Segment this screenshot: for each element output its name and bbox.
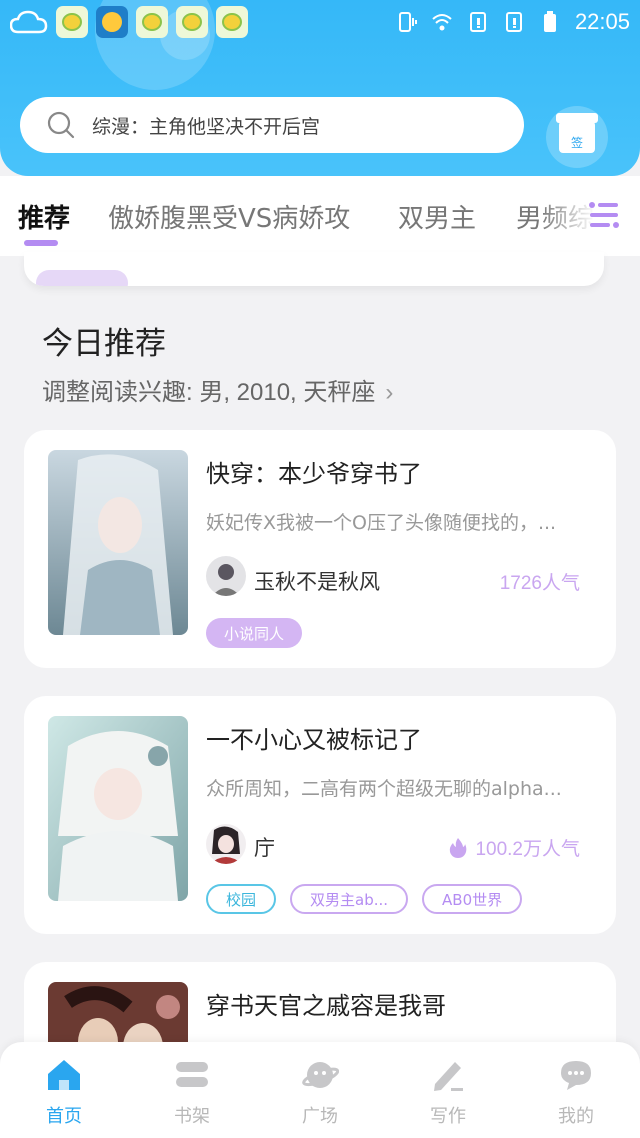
home-icon: [48, 1060, 80, 1090]
tag-list: 小说同人: [206, 618, 303, 648]
tag[interactable]: AB0世界: [422, 884, 523, 914]
tab-category[interactable]: 傲娇腹黑受VS病娇攻: [108, 198, 350, 235]
book-description: 妖妃传X我被一个O压了头像随便找的，...: [206, 512, 557, 534]
category-tabs: 推荐 傲娇腹黑受VS病娇攻 双男主 男频综: [0, 176, 640, 256]
header: 22:05 综漫：主角他坚决不开后宫 签: [0, 0, 640, 176]
nav-label: 写作: [430, 1106, 466, 1127]
nav-label: 书架: [174, 1106, 210, 1127]
search-icon: [47, 111, 75, 139]
section-title: 今日推荐: [42, 326, 166, 362]
book-title[interactable]: 穿书天官之戚容是我哥: [206, 986, 446, 1021]
notification-app-icon: [56, 6, 88, 38]
vibrate-icon: [398, 12, 417, 32]
nav-write[interactable]: 写作: [384, 1042, 512, 1138]
tag[interactable]: 校园: [206, 884, 277, 914]
tag[interactable]: 双男主ab...: [290, 884, 409, 914]
nav-label: 广场: [302, 1106, 338, 1127]
gift-label: 签: [570, 136, 583, 150]
bookshelf-icon: [176, 1062, 208, 1087]
book-card[interactable]: 快穿：本少爷穿书了 妖妃传X我被一个O压了头像随便找的，... 玉秋不是秋风 1…: [24, 430, 616, 668]
author-avatar: [206, 556, 246, 596]
status-bar: 22:05: [0, 0, 640, 44]
planet-icon: [302, 1062, 339, 1088]
tag-list: 校园 双男主ab... AB0世界: [206, 884, 523, 914]
tab-indicator: [24, 240, 58, 246]
tag[interactable]: 小说同人: [206, 618, 303, 648]
search-placeholder: 综漫：主角他坚决不开后宫: [92, 115, 321, 138]
pen-icon: [434, 1062, 463, 1091]
search-bar[interactable]: 综漫：主角他坚决不开后宫: [20, 97, 524, 153]
cloud-icon: [9, 10, 48, 34]
sign-in-gift-button[interactable]: 签: [546, 106, 608, 168]
popularity: 1726人气: [500, 568, 580, 595]
author-name: 玉秋不是秋风: [254, 570, 380, 594]
popularity-value: 1726人气: [499, 573, 580, 594]
popularity: 100.2万人气: [449, 834, 580, 861]
category-menu-icon[interactable]: [588, 200, 620, 230]
fire-icon: [450, 837, 467, 858]
nav-label: 我的: [558, 1106, 594, 1127]
wifi-icon: [432, 14, 452, 31]
chat-icon: [561, 1061, 591, 1090]
nav-profile[interactable]: 我的: [512, 1042, 640, 1138]
interest-settings-link[interactable]: 调整阅读兴趣: 男, 2010, 天秤座 ›: [42, 372, 393, 407]
sim-icon: [469, 12, 486, 32]
notification-app-icon: [136, 6, 168, 38]
book-card[interactable]: 一不小心又被标记了 众所周知，二高有两个超级无聊的alpha... 庁 100.…: [24, 696, 616, 934]
book-cover[interactable]: [48, 716, 188, 901]
chevron-right-icon: ›: [385, 379, 394, 406]
previous-card-edge: [24, 252, 604, 286]
clock: 22:05: [574, 9, 630, 34]
nav-bookshelf[interactable]: 书架: [128, 1042, 256, 1138]
battery-icon: [543, 11, 556, 32]
book-title[interactable]: 快穿：本少爷穿书了: [206, 454, 422, 489]
book-description: 众所周知，二高有两个超级无聊的alpha...: [206, 778, 562, 800]
author-name: 庁: [254, 836, 275, 860]
tab-category[interactable]: 双男主: [398, 198, 476, 235]
bottom-navigation: 首页 书架 广场 写作 我的: [0, 1042, 640, 1138]
tab-recommend[interactable]: 推荐: [18, 198, 70, 235]
nav-square[interactable]: 广场: [256, 1042, 384, 1138]
sim-icon: [505, 12, 522, 32]
nav-label: 首页: [46, 1106, 82, 1127]
book-cover[interactable]: [48, 450, 188, 635]
notification-app-icon: [176, 6, 208, 38]
author-avatar: [206, 824, 246, 864]
nav-home[interactable]: 首页: [0, 1042, 128, 1138]
weather-app-icon: [96, 6, 128, 38]
popularity-value: 100.2万人气: [475, 839, 580, 860]
notification-app-icon: [216, 6, 248, 38]
gift-icon: 签: [556, 113, 598, 153]
interest-settings-label: 调整阅读兴趣: 男, 2010, 天秤座: [42, 379, 376, 406]
book-title[interactable]: 一不小心又被标记了: [206, 720, 422, 755]
